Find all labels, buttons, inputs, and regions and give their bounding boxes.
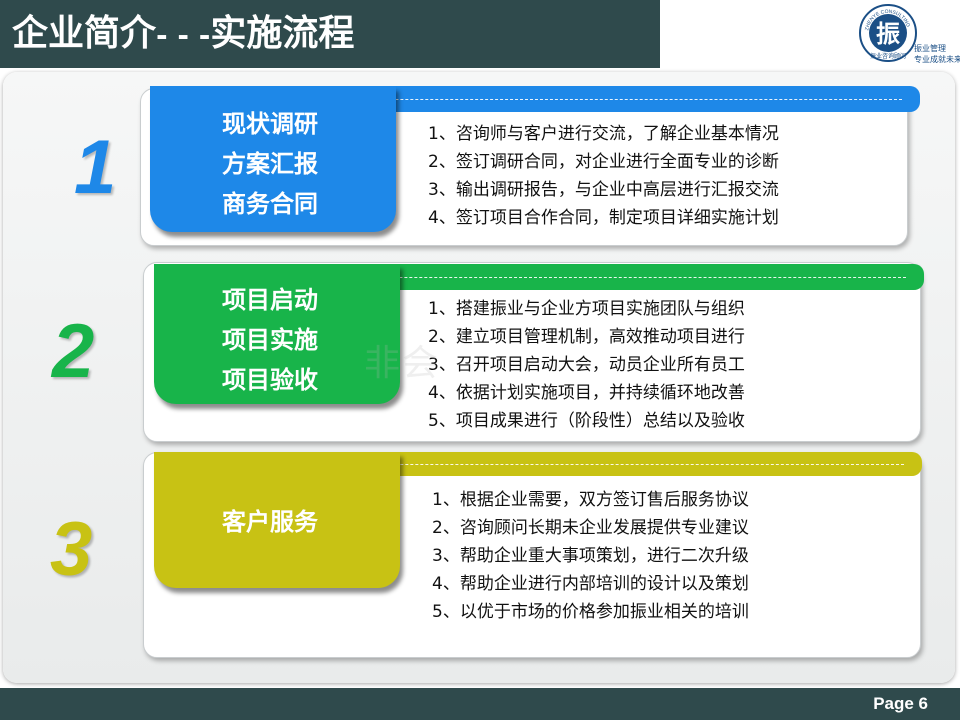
list-item: 1、咨询师与客户进行交流，了解企业基本情况 <box>428 124 779 144</box>
title-separator: - - - <box>156 19 211 52</box>
step-number-2: 2 <box>52 309 95 394</box>
list-item: 5、以优于市场的价格参加振业相关的培训 <box>432 602 749 622</box>
seal-icon: ZHENYE CONSULTING 振 振业咨询顾问 <box>859 4 917 62</box>
list-item: 2、签订调研合同，对企业进行全面专业的诊断 <box>428 152 779 172</box>
step-tab-label-3: 客户服务 <box>154 502 386 542</box>
list-item: 3、帮助企业重大事项策划，进行二次升级 <box>432 546 749 566</box>
list-item: 4、签订项目合作合同，制定项目详细实施计划 <box>428 208 779 228</box>
step-list-3: 1、根据企业需要，双方签订售后服务协议 2、咨询顾问长期未企业发展提供专业建议 … <box>432 486 749 626</box>
list-item: 2、咨询顾问长期未企业发展提供专业建议 <box>432 518 749 538</box>
list-item: 2、建立项目管理机制，高效推动项目进行 <box>428 327 745 347</box>
tab-line: 商务合同 <box>222 190 318 218</box>
step-number-3: 3 <box>50 507 93 592</box>
tab-line: 项目验收 <box>222 366 318 394</box>
list-item: 3、召开项目启动大会，动员企业所有员工 <box>428 355 745 375</box>
list-item: 5、项目成果进行（阶段性）总结以及验收 <box>428 411 745 431</box>
step-list-1: 1、咨询师与客户进行交流，了解企业基本情况 2、签订调研合同，对企业进行全面专业… <box>428 120 779 232</box>
logo-bottom-text: 振业咨询顾问 <box>870 52 906 60</box>
list-item: 4、依据计划实施项目，并持续循环地改善 <box>428 383 745 403</box>
title-sub: 实施流程 <box>210 13 355 54</box>
logo-glyph: 振 <box>876 20 900 48</box>
step-tab-label-2: 项目启动 项目实施 项目验收 <box>154 280 386 400</box>
footer-bar: Page 6 <box>0 688 960 720</box>
page-number: Page 6 <box>873 694 928 713</box>
step-list-2: 1、搭建振业与企业方项目实施团队与组织 2、建立项目管理机制，高效推动项目进行 … <box>428 295 745 435</box>
list-item: 1、根据企业需要，双方签订售后服务协议 <box>432 490 749 510</box>
step-tab-label-1: 现状调研 方案汇报 商务合同 <box>150 104 390 224</box>
title-main: 企业简介 <box>12 13 157 54</box>
list-item: 3、输出调研报告，与企业中高层进行汇报交流 <box>428 180 779 200</box>
list-item: 1、搭建振业与企业方项目实施团队与组织 <box>428 299 745 319</box>
tab-line: 方案汇报 <box>222 150 318 178</box>
tab-line: 现状调研 <box>222 110 318 138</box>
page-title: 企业简介- - -实施流程 <box>12 8 354 62</box>
title-bar: 企业简介- - -实施流程 <box>0 0 660 68</box>
logo-tagline-1: 振业管理 <box>914 44 946 53</box>
list-item: 4、帮助企业进行内部培训的设计以及策划 <box>432 574 749 594</box>
tab-line: 项目实施 <box>222 326 318 354</box>
step-number-1: 1 <box>74 125 117 210</box>
logo-tagline-2: 专业成就未来 <box>914 55 960 64</box>
watermark: 非会 <box>364 343 441 384</box>
tab-line: 客户服务 <box>222 508 318 536</box>
tab-line: 项目启动 <box>222 286 318 314</box>
